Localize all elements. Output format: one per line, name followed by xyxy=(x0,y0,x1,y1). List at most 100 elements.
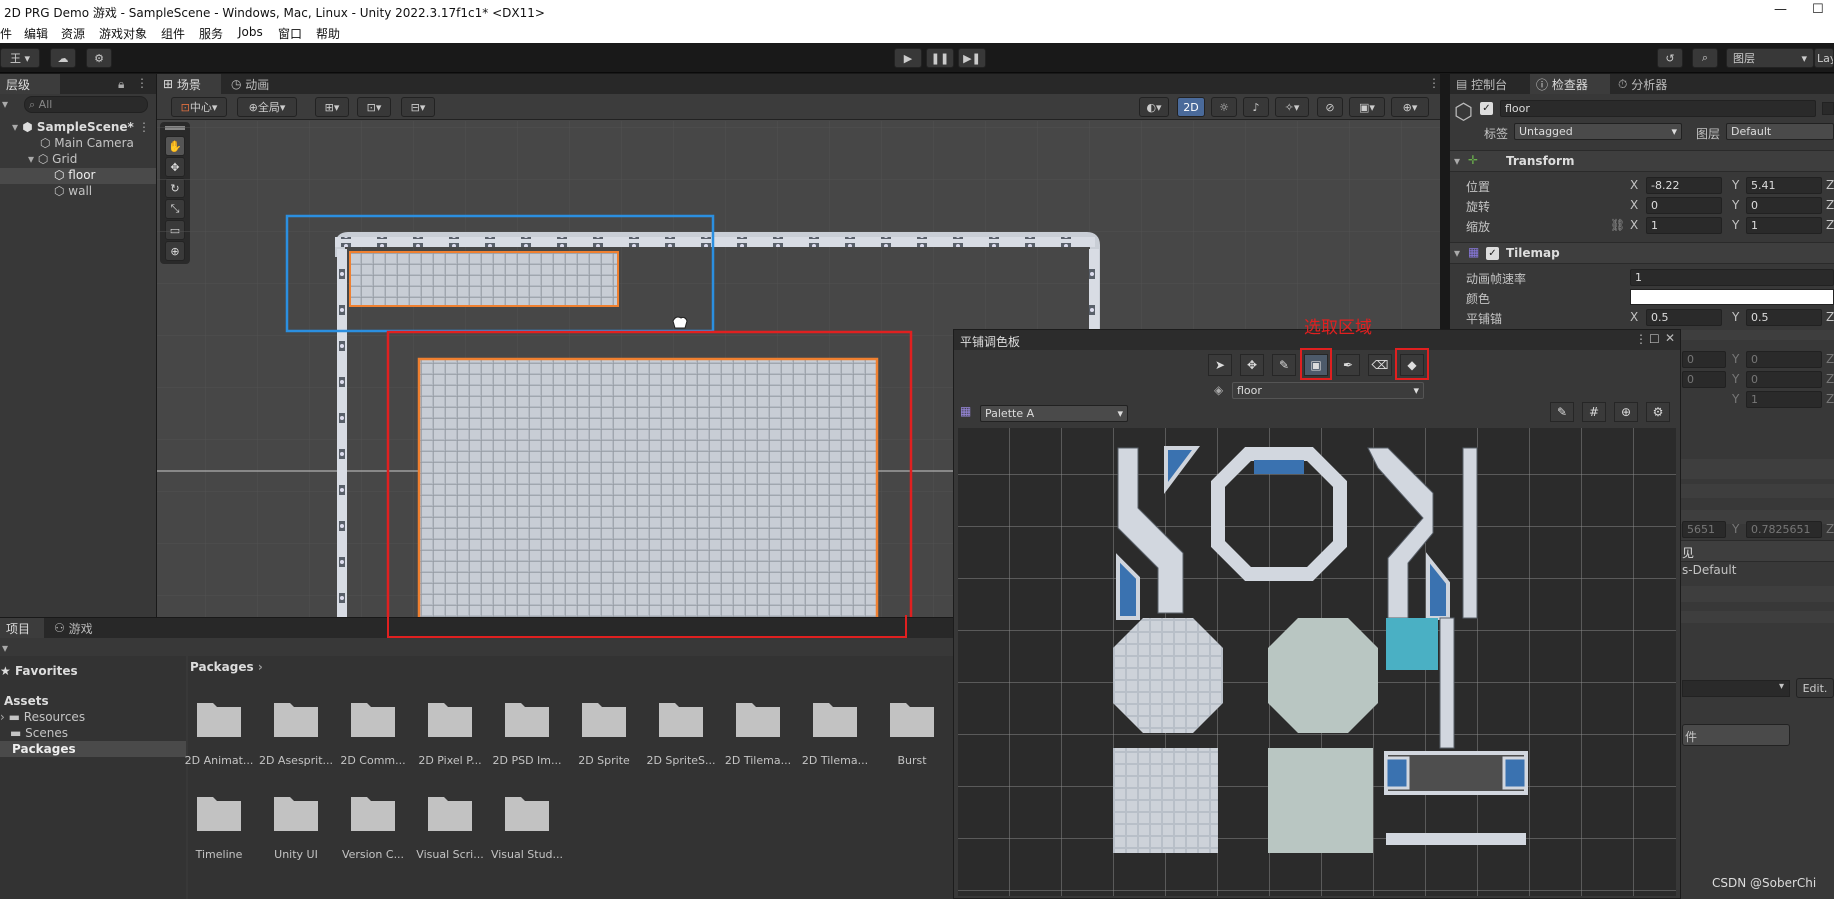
link-icon[interactable]: ⛓ xyxy=(1610,218,1625,232)
breadcrumb[interactable]: Packages › xyxy=(190,660,263,674)
scale-x-field[interactable]: 1 xyxy=(1646,217,1722,234)
camera-dropdown[interactable]: ▣▾ xyxy=(1349,97,1385,117)
scale-y-field[interactable]: 1 xyxy=(1746,217,1822,234)
palette-dropdown[interactable]: Palette A ▾ xyxy=(980,405,1128,422)
hidden-y1-field[interactable]: 0 xyxy=(1746,371,1822,388)
tilemap-header[interactable]: ▾ ▦ ✓ Tilemap xyxy=(1450,242,1834,264)
palette-gizmo-icon[interactable]: ⊕ xyxy=(1614,402,1638,422)
close-icon[interactable]: ✕ xyxy=(1665,331,1675,345)
hidden-y0-field[interactable]: 0 xyxy=(1746,351,1822,368)
more-icon[interactable]: ⋮ xyxy=(136,76,148,90)
tab-animation[interactable]: ◷ 动画 xyxy=(225,74,289,94)
folder-item[interactable] xyxy=(195,791,243,836)
folder-item[interactable] xyxy=(657,697,705,742)
tree-scenes[interactable]: ▬ Scenes xyxy=(10,726,68,740)
position-y-field[interactable]: 5.41 xyxy=(1746,177,1822,194)
hierarchy-item-floor[interactable]: ⬡ floor xyxy=(54,168,95,182)
snap-increment-dropdown[interactable]: ⊟▾ xyxy=(401,97,435,117)
folder-item[interactable] xyxy=(426,791,474,836)
menu-services[interactable]: 服务 xyxy=(199,25,223,42)
paint-brush-icon[interactable]: ✎ xyxy=(1272,354,1296,376)
hidden-value-a-field[interactable]: 5651 xyxy=(1682,521,1726,538)
gizmos-dropdown[interactable]: ⊕▾ xyxy=(1391,97,1429,117)
folder-item[interactable] xyxy=(272,791,320,836)
menu-jobs[interactable]: Jobs xyxy=(238,25,263,39)
object-name-field[interactable]: floor xyxy=(1500,100,1816,117)
tree-favorites[interactable]: ★ Favorites xyxy=(0,664,78,678)
audio-icon[interactable]: ♪ xyxy=(1243,97,1269,117)
menu-gameobject[interactable]: 游戏对象 xyxy=(99,25,147,42)
folder-item[interactable] xyxy=(734,697,782,742)
select-tool-icon[interactable]: ➤ xyxy=(1208,354,1232,376)
tab-hierarchy[interactable]: 层级 xyxy=(0,74,60,94)
eraser-tool-icon[interactable]: ⌫ xyxy=(1368,354,1392,376)
color-swatch[interactable] xyxy=(1630,289,1834,305)
pause-button[interactable]: ❚❚ xyxy=(926,48,954,68)
layer-dropdown[interactable]: Default xyxy=(1726,123,1834,140)
hidden-x1-field[interactable]: 0 xyxy=(1682,371,1726,388)
shading-mode-dropdown[interactable]: ◐▾ xyxy=(1139,97,1169,117)
folder-item[interactable] xyxy=(272,697,320,742)
hidden-value-b-field[interactable]: 0.7825651 xyxy=(1746,521,1822,538)
create-dropdown[interactable]: ▾ xyxy=(2,641,8,655)
hidden-objects-icon[interactable]: ⊘ xyxy=(1317,97,1343,117)
folder-item[interactable] xyxy=(349,697,397,742)
picker-tool-icon[interactable]: ✒ xyxy=(1336,354,1360,376)
palette-canvas[interactable] xyxy=(958,428,1676,896)
menu-window[interactable]: 窗口 xyxy=(278,25,302,42)
menu-edit[interactable]: 编辑 xyxy=(24,25,48,42)
global-dropdown[interactable]: ⊕ 全局 ▾ xyxy=(237,97,297,117)
anchor-x-field[interactable]: 0.5 xyxy=(1646,309,1722,326)
effects-dropdown[interactable]: ✧▾ xyxy=(1275,97,1309,117)
folder-item[interactable] xyxy=(811,697,859,742)
toggle-2d-button[interactable]: 2D xyxy=(1177,97,1205,117)
folder-item[interactable] xyxy=(426,697,474,742)
play-button[interactable]: ▶ xyxy=(894,48,922,68)
hidden-x0-field[interactable]: 0 xyxy=(1682,351,1726,368)
active-tilemap-dropdown[interactable]: floor ▾ xyxy=(1232,382,1424,399)
menu-file[interactable]: 件 xyxy=(0,25,12,42)
rotation-y-field[interactable]: 0 xyxy=(1746,197,1822,214)
hierarchy-search-input[interactable]: ⌕ All xyxy=(24,96,148,113)
cloud-icon[interactable]: ☁ xyxy=(50,48,76,68)
layout-dropdown[interactable]: Lay xyxy=(1814,48,1834,68)
folder-item[interactable] xyxy=(503,697,551,742)
collab-icon[interactable]: ⚙ xyxy=(86,48,112,68)
grid-snap-dropdown[interactable]: ⊞▾ xyxy=(315,97,349,117)
folder-item[interactable] xyxy=(888,697,936,742)
tree-resources[interactable]: › ▬ Resources xyxy=(0,710,85,724)
rotation-x-field[interactable]: 0 xyxy=(1646,197,1722,214)
add-dropdown[interactable]: ▾ xyxy=(2,97,14,111)
hierarchy-item-wall[interactable]: ⬡ wall xyxy=(54,184,92,198)
minimize-button[interactable]: — xyxy=(1774,2,1787,17)
tab-scene[interactable]: ⊞ 场景 xyxy=(157,74,221,94)
tag-dropdown[interactable]: Untagged ▾ xyxy=(1514,123,1682,140)
grid-visibility-dropdown[interactable]: ⊡▾ xyxy=(357,97,391,117)
step-button[interactable]: ▶❚ xyxy=(958,48,986,68)
anim-rate-field[interactable]: 1 xyxy=(1630,269,1834,286)
layers-dropdown[interactable]: 图层 ▾ xyxy=(1726,48,1814,68)
tree-packages[interactable]: Packages xyxy=(12,742,76,756)
active-checkbox[interactable]: ✓ xyxy=(1480,102,1493,115)
palette-grid-icon[interactable]: # xyxy=(1582,402,1606,422)
more-icon[interactable]: ⋮ xyxy=(1635,332,1647,346)
hierarchy-item-grid[interactable]: ▾ ⬡ Grid xyxy=(28,152,77,166)
scene-more-icon[interactable]: ⋮ xyxy=(138,120,150,134)
folder-item[interactable] xyxy=(503,791,551,836)
history-icon[interactable]: ↺ xyxy=(1657,48,1683,68)
menu-help[interactable]: 帮助 xyxy=(316,25,340,42)
hidden-dropdown[interactable]: ▾ xyxy=(1682,680,1790,697)
pivot-dropdown[interactable]: ⊡ 中心 ▾ xyxy=(171,97,227,117)
edit-button[interactable]: Edit. xyxy=(1796,678,1834,698)
hidden-y2-field[interactable]: 1 xyxy=(1746,391,1822,408)
maximize-button[interactable]: ☐ xyxy=(1812,2,1824,17)
move-tool-icon[interactable]: ✥ xyxy=(1240,354,1264,376)
tree-assets[interactable]: Assets xyxy=(4,694,49,708)
tab-inspector[interactable]: ⓘ 检查器 xyxy=(1530,74,1610,94)
palette-settings-icon[interactable]: ⚙ xyxy=(1646,402,1670,422)
static-checkbox[interactable] xyxy=(1822,102,1834,115)
scene-more-icon[interactable]: ⋮ xyxy=(1428,76,1440,90)
lock-icon[interactable]: 🔒︎ xyxy=(118,77,124,92)
folder-item[interactable] xyxy=(349,791,397,836)
account-dropdown[interactable]: 王 ▾ xyxy=(0,48,40,68)
